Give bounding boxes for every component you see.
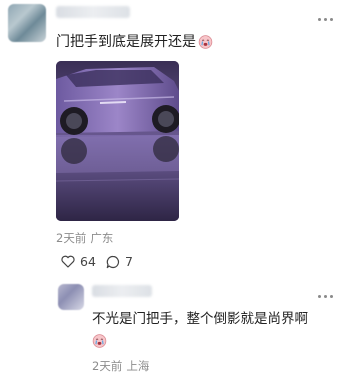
- comment-text-content: 门把手到底是展开还是: [56, 34, 196, 50]
- heart-outline-icon: [61, 255, 75, 268]
- reply-time: 2天前: [92, 359, 123, 373]
- comment-photo[interactable]: [56, 61, 179, 221]
- reply-avatar[interactable]: [58, 284, 84, 310]
- comment-bubble-icon: [106, 255, 120, 268]
- like-count: 64: [80, 254, 96, 269]
- comment-text: 门把手到底是展开还是: [56, 33, 213, 51]
- reply-count: 7: [125, 254, 133, 269]
- more-dots-icon[interactable]: [318, 292, 336, 300]
- like-button[interactable]: 64: [61, 254, 96, 269]
- purple-suv-image: [56, 61, 179, 221]
- crying-face-emoji-icon: [92, 334, 107, 348]
- username-blurred[interactable]: [56, 6, 130, 18]
- reply-location: 上海: [126, 359, 150, 373]
- reply-meta: 2天前 上海: [92, 358, 153, 374]
- crying-face-emoji-icon: [198, 35, 213, 49]
- reply-username-blurred[interactable]: [92, 285, 152, 297]
- reply-text: 不光是门把手，整个倒影就是尚界啊: [92, 311, 308, 327]
- reply-button[interactable]: 7: [106, 254, 133, 269]
- more-dots-icon[interactable]: [318, 15, 336, 23]
- comment-location: 广东: [90, 231, 114, 245]
- comment-time: 2天前: [56, 231, 87, 245]
- comment-meta: 2天前 广东: [56, 230, 117, 246]
- avatar[interactable]: [8, 4, 46, 42]
